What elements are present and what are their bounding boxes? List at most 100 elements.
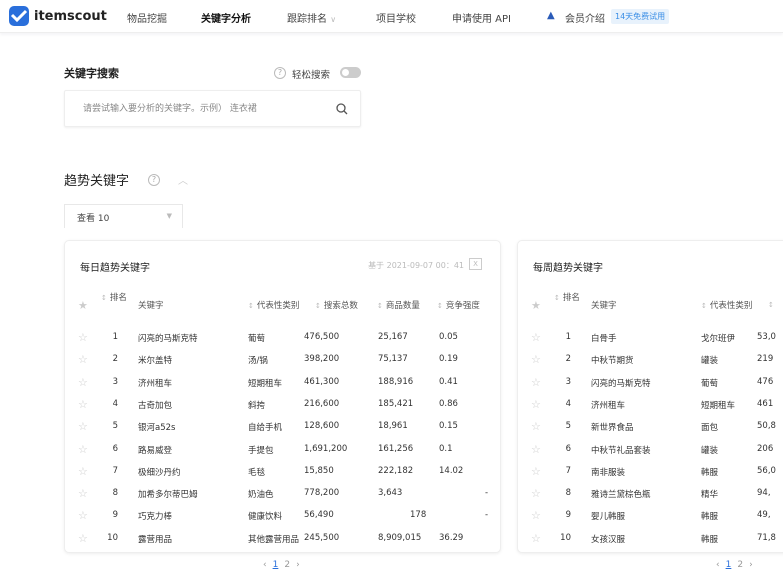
cell-keyword[interactable]: 极细沙丹约 bbox=[138, 466, 181, 478]
cell-product-count: 75,137 bbox=[378, 354, 408, 365]
favorite-star-icon[interactable]: ☆ bbox=[531, 420, 541, 433]
brand-logo[interactable]: itemscout bbox=[9, 6, 107, 26]
search-icon[interactable] bbox=[336, 103, 348, 115]
trial-badge[interactable]: 14天免费试用 bbox=[611, 9, 670, 24]
nav-item-membership[interactable]: 会员介绍 bbox=[565, 10, 605, 25]
header-competition[interactable]: ↕ 竞争强度 bbox=[437, 299, 480, 311]
favorite-star-icon[interactable]: ☆ bbox=[78, 353, 88, 366]
cell-keyword[interactable]: 新世界食品 bbox=[591, 421, 634, 433]
header-rank[interactable]: ↕ 排名 bbox=[101, 291, 127, 303]
header-search-total[interactable]: ↕ 搜索总数 bbox=[315, 299, 358, 311]
sort-icon[interactable]: ↕ bbox=[768, 301, 774, 309]
star-icon[interactable]: ★ bbox=[78, 299, 88, 312]
favorite-star-icon[interactable]: ☆ bbox=[531, 376, 541, 389]
cell-competition: 0.41 bbox=[439, 376, 458, 387]
favorite-star-icon[interactable]: ☆ bbox=[78, 443, 88, 456]
cell-search-total: 50,8 bbox=[757, 421, 776, 432]
nav-item-api[interactable]: 申请使用 API bbox=[452, 10, 511, 25]
favorite-star-icon[interactable]: ☆ bbox=[531, 465, 541, 478]
favorite-star-icon[interactable]: ☆ bbox=[78, 398, 88, 411]
cell-keyword[interactable]: 中秋节礼品套装 bbox=[591, 444, 651, 456]
cell-keyword[interactable]: 露营用品 bbox=[138, 533, 172, 545]
favorite-star-icon[interactable]: ☆ bbox=[78, 509, 88, 522]
cell-category: 面包 bbox=[701, 423, 719, 434]
favorite-star-icon[interactable]: ☆ bbox=[531, 509, 541, 522]
cell-keyword[interactable]: 中秋节期货 bbox=[591, 354, 634, 366]
favorite-star-icon[interactable]: ☆ bbox=[78, 420, 88, 433]
cell-rank: 8 bbox=[112, 488, 118, 499]
cell-keyword[interactable]: 婴儿韩服 bbox=[591, 510, 625, 522]
cell-keyword[interactable]: 古奇加包 bbox=[138, 399, 172, 411]
favorite-star-icon[interactable]: ☆ bbox=[531, 398, 541, 411]
keyword-search-input[interactable] bbox=[83, 101, 323, 117]
cell-rank: 9 bbox=[112, 510, 118, 521]
cell-keyword[interactable]: 加希多尔蒂巴姆 bbox=[138, 488, 198, 500]
help-icon[interactable]: ? bbox=[148, 174, 160, 186]
cell-keyword[interactable]: 济州租车 bbox=[591, 399, 625, 411]
nav-item-product-mining[interactable]: 物品挖掘 bbox=[127, 10, 167, 25]
view-count-select[interactable]: 查看 10 ▼ bbox=[64, 204, 183, 228]
daily-pagination: ‹ 1 2 › bbox=[263, 560, 300, 570]
header-label: 商品数量 bbox=[385, 301, 420, 311]
updated-date: 基于 2021-09-07 00：41 bbox=[368, 261, 464, 270]
header-label: 搜索总数 bbox=[323, 301, 358, 311]
header-category[interactable]: ↕ 代表性类别 bbox=[701, 299, 752, 311]
favorite-star-icon[interactable]: ☆ bbox=[78, 376, 88, 389]
page-1[interactable]: 1 bbox=[273, 560, 279, 570]
table-header: ★ ↕ 排名 关键字 ↕ 代表性类别 ↕ 搜索总数 ↕ 商品数量 ↕ 竞争强度 bbox=[65, 291, 500, 327]
prev-page-icon[interactable]: ‹ bbox=[263, 560, 267, 570]
cell-category: 短期租车 bbox=[701, 400, 736, 411]
favorite-star-icon[interactable]: ☆ bbox=[531, 353, 541, 366]
cell-keyword[interactable]: 路易威登 bbox=[138, 444, 172, 456]
star-icon[interactable]: ★ bbox=[531, 299, 541, 312]
table-row: ☆ 6 中秋节礼品套装 罐装 206 bbox=[518, 439, 783, 461]
cell-keyword[interactable]: 女孩汉服 bbox=[591, 533, 625, 545]
favorite-star-icon[interactable]: ☆ bbox=[78, 465, 88, 478]
table-row: ☆ 1 闪亮的马斯克特 葡萄 476,500 25,167 0.05 bbox=[65, 327, 500, 349]
nav-item-school[interactable]: 项目学校 bbox=[376, 10, 416, 25]
header-category[interactable]: ↕ 代表性类别 bbox=[248, 299, 299, 311]
cell-rank: 6 bbox=[565, 443, 571, 454]
favorite-star-icon[interactable]: ☆ bbox=[531, 331, 541, 344]
table-row: ☆ 5 银河a52s 自给手机 128,600 18,961 0.15 bbox=[65, 416, 500, 438]
chevron-down-icon: ∨ bbox=[330, 15, 337, 24]
rocket-icon: ▲ bbox=[547, 10, 555, 21]
cell-keyword[interactable]: 米尔盖特 bbox=[138, 354, 172, 366]
table-row: ☆ 10 女孩汉服 韩服 71,8 bbox=[518, 528, 783, 550]
next-page-icon[interactable]: › bbox=[296, 560, 300, 570]
nav-item-rank-tracking[interactable]: 跟踪排名 ∨ bbox=[287, 10, 336, 25]
prev-page-icon[interactable]: ‹ bbox=[716, 560, 720, 570]
page-1[interactable]: 1 bbox=[726, 560, 732, 570]
cell-keyword[interactable]: 济州租车 bbox=[138, 377, 172, 389]
cell-search-total: 56,0 bbox=[757, 465, 776, 476]
cell-keyword[interactable]: 巧克力棒 bbox=[138, 510, 172, 522]
next-page-icon[interactable]: › bbox=[749, 560, 753, 570]
cell-keyword[interactable]: 闪亮的马斯克特 bbox=[138, 332, 198, 344]
cell-category: 汤/锅 bbox=[248, 356, 268, 367]
favorite-star-icon[interactable]: ☆ bbox=[78, 331, 88, 344]
favorite-star-icon[interactable]: ☆ bbox=[531, 443, 541, 456]
cell-keyword[interactable]: 雅诗兰黛棕色瓶 bbox=[591, 488, 651, 500]
favorite-star-icon[interactable]: ☆ bbox=[78, 487, 88, 500]
favorite-star-icon[interactable]: ☆ bbox=[531, 487, 541, 500]
cell-rank: 4 bbox=[112, 398, 118, 409]
favorite-star-icon[interactable]: ☆ bbox=[531, 532, 541, 545]
page-2[interactable]: 2 bbox=[284, 560, 290, 570]
easy-search-toggle[interactable] bbox=[340, 67, 361, 78]
favorite-star-icon[interactable]: ☆ bbox=[78, 532, 88, 545]
nav-item-keyword-analysis[interactable]: 关键字分析 bbox=[201, 10, 251, 25]
cell-keyword[interactable]: 白骨手 bbox=[591, 332, 617, 344]
cell-keyword[interactable]: 银河a52s bbox=[138, 421, 175, 433]
cell-keyword[interactable]: 南非服装 bbox=[591, 466, 625, 478]
page-2[interactable]: 2 bbox=[737, 560, 743, 570]
cell-search-total: 128,600 bbox=[304, 421, 340, 432]
cell-keyword[interactable]: 闪亮的马斯克特 bbox=[591, 377, 651, 389]
header-keyword: 关键字 bbox=[591, 301, 617, 311]
cell-competition: 0.19 bbox=[439, 354, 458, 365]
chevron-up-icon[interactable]: ︿ bbox=[178, 172, 188, 187]
table-row: ☆ 2 米尔盖特 汤/锅 398,200 75,137 0.19 bbox=[65, 349, 500, 371]
header-rank[interactable]: ↕ 排名 bbox=[554, 291, 580, 303]
header-product-count[interactable]: ↕ 商品数量 bbox=[377, 299, 420, 311]
excel-download-icon[interactable]: X bbox=[469, 258, 482, 270]
help-icon[interactable]: ? bbox=[274, 67, 286, 79]
